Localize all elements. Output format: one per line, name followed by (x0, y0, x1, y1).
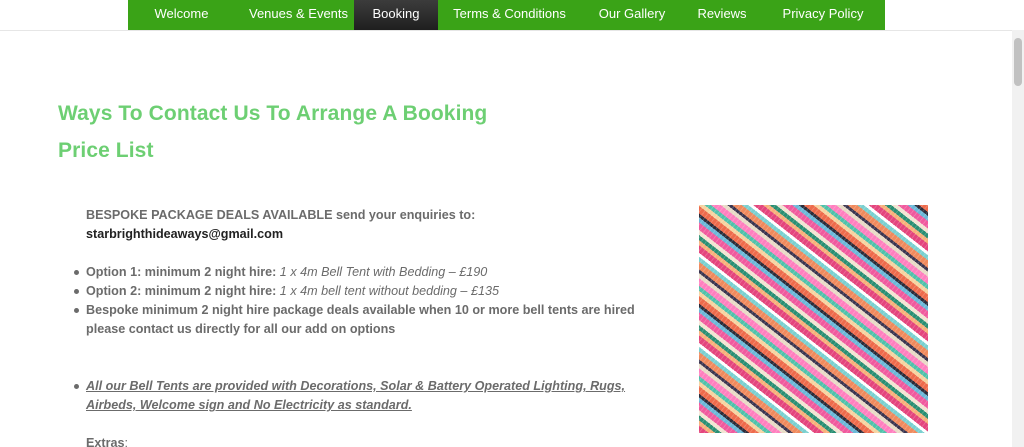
main-nav: Welcome Venues & Events Booking Terms & … (128, 0, 885, 30)
option-1-detail: 1 x 4m Bell Tent with Bedding – £190 (276, 265, 488, 279)
contact-email: starbrighthideaways@gmail.com (86, 227, 284, 241)
option-2-detail: 1 x 4m bell tent without bedding – £135 (276, 284, 499, 298)
list-item-standard-note: All our Bell Tents are provided with Dec… (74, 377, 666, 415)
list-item-bespoke: Bespoke minimum 2 night hire package dea… (74, 301, 666, 339)
nav-item-terms-conditions[interactable]: Terms & Conditions (438, 0, 581, 30)
price-list-heading: Price List (58, 139, 154, 162)
nav-item-reviews[interactable]: Reviews (683, 0, 761, 30)
extras-label: Extras (86, 436, 125, 447)
option-2-label: Option 2: minimum 2 night hire: (86, 284, 277, 298)
scrollbar-thumb[interactable] (1014, 38, 1022, 86)
nav-item-our-gallery[interactable]: Our Gallery (581, 0, 683, 30)
nav-item-privacy-policy[interactable]: Privacy Policy (761, 0, 885, 30)
standard-inclusions-note: All our Bell Tents are provided with Dec… (86, 379, 626, 412)
list-item-option-1: Option 1: minimum 2 night hire: 1 x 4m B… (74, 263, 666, 282)
list-item-option-2: Option 2: minimum 2 night hire: 1 x 4m b… (74, 282, 666, 301)
nav-item-booking[interactable]: Booking (354, 0, 438, 30)
bullet-icon (74, 308, 79, 313)
bespoke-option-label: Bespoke minimum 2 night hire package dea… (86, 303, 635, 336)
bespoke-title: BESPOKE PACKAGE DEALS AVAILABLE (86, 208, 333, 222)
bullet-icon (74, 270, 79, 275)
bespoke-text: send your enquiries to: (332, 208, 476, 222)
rug-photo-icon (699, 205, 928, 433)
nav-item-venues-events[interactable]: Venues & Events (235, 0, 354, 30)
bespoke-intro: BESPOKE PACKAGE DEALS AVAILABLE send you… (86, 206, 666, 244)
header-divider (0, 30, 1012, 31)
booking-content: BESPOKE PACKAGE DEALS AVAILABLE send you… (74, 206, 666, 447)
extras-colon: : (124, 436, 129, 447)
option-1-label: Option 1: minimum 2 night hire: (86, 265, 277, 279)
page-scrollbar[interactable] (1012, 30, 1024, 447)
contact-heading: Ways To Contact Us To Arrange A Booking (58, 102, 488, 125)
bullet-icon (74, 289, 79, 294)
bullet-icon (74, 384, 79, 389)
extras-line: Extras: (86, 434, 666, 447)
nav-item-welcome[interactable]: Welcome (128, 0, 235, 30)
